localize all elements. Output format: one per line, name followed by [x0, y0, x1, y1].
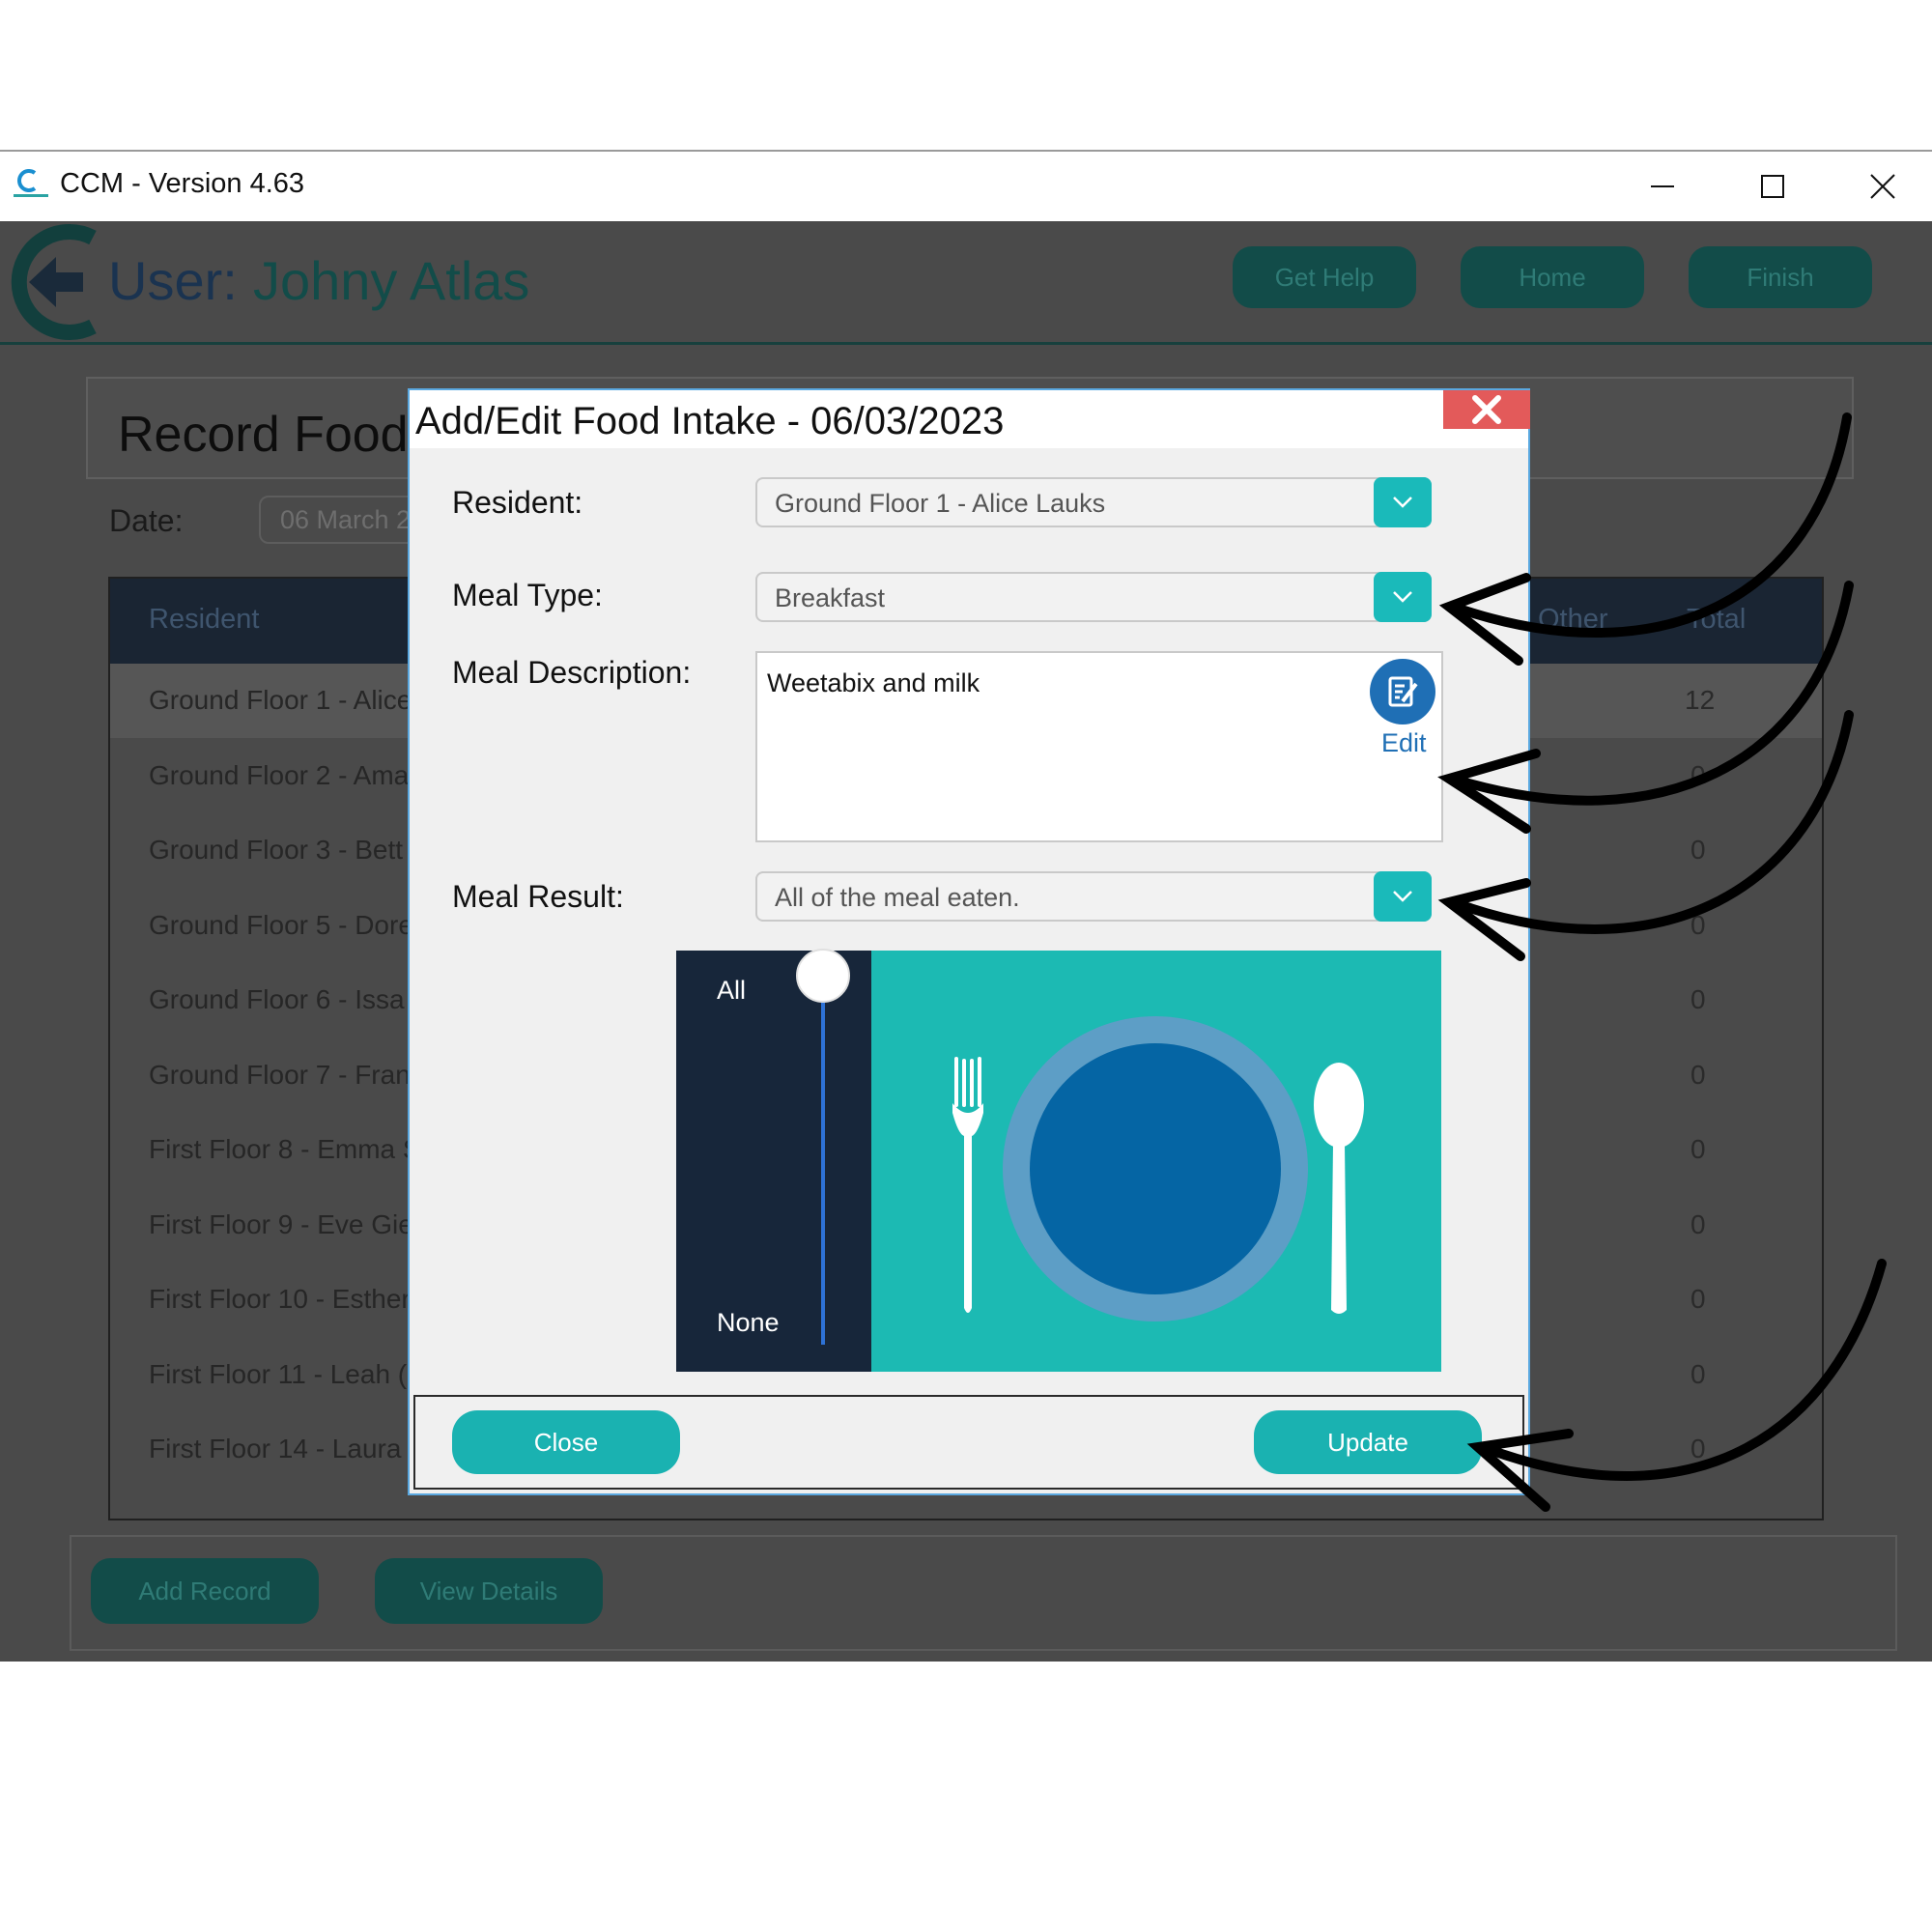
row-total: 12	[1685, 685, 1716, 715]
row-resident-name: Ground Floor 5 - Dore	[149, 909, 413, 940]
row-total: 0	[1690, 1208, 1706, 1239]
meal-description-label: Meal Description:	[452, 655, 692, 690]
update-button[interactable]: Update	[1254, 1410, 1482, 1474]
row-total: 0	[1690, 1284, 1706, 1314]
row-resident-name: First Floor 8 - Emma S	[149, 1134, 421, 1164]
window-close-button[interactable]	[1830, 155, 1932, 218]
meal-amount-slider-panel: All None	[676, 949, 871, 1372]
row-resident-name: Ground Floor 1 - Alice	[149, 685, 412, 715]
meal-type-label: Meal Type:	[452, 578, 603, 612]
resident-selected-value: Ground Floor 1 - Alice Lauks	[775, 489, 1106, 518]
date-field[interactable]: 06 March 2	[259, 496, 433, 544]
dialog-title: Add/Edit Food Intake - 06/03/2023	[415, 400, 1005, 442]
meal-type-selected-value: Breakfast	[775, 583, 886, 612]
page-title: Record Food	[118, 407, 409, 463]
row-total: 0	[1690, 1134, 1706, 1164]
row-resident-name: First Floor 9 - Eve Gie	[149, 1208, 413, 1239]
resident-label: Resident:	[452, 485, 583, 520]
app-back-logo-icon[interactable]	[0, 222, 100, 342]
row-resident-name: First Floor 10 - Esther	[149, 1284, 411, 1314]
row-total: 0	[1690, 1358, 1706, 1389]
row-resident-name: First Floor 11 - Leah (	[149, 1358, 408, 1389]
minimize-icon	[1651, 185, 1674, 187]
header-divider	[0, 342, 1932, 345]
meal-description-text: Weetabix and milk	[767, 668, 980, 697]
user-label: User:	[108, 250, 238, 311]
dialog-footer: Close Update	[413, 1395, 1524, 1490]
row-resident-name: Ground Floor 3 - Bett	[149, 835, 404, 865]
meal-result-selected-value: All of the meal eaten.	[775, 883, 1020, 912]
app-logo-icon	[14, 169, 48, 197]
meal-type-dropdown-toggle[interactable]	[1374, 572, 1432, 622]
slider-top-label: All	[717, 976, 747, 1005]
resident-dropdown-toggle[interactable]	[1374, 477, 1432, 527]
row-total: 0	[1690, 1059, 1706, 1090]
chevron-down-icon	[1393, 891, 1412, 902]
home-button[interactable]: Home	[1461, 246, 1644, 308]
date-label: Date:	[109, 503, 184, 538]
plate-with-cutlery-icon	[952, 1016, 1364, 1321]
row-resident-name: First Floor 14 - Laura	[149, 1434, 402, 1463]
close-icon	[1870, 174, 1895, 199]
row-total: 0	[1690, 1434, 1706, 1463]
user-name: Johny Atlas	[253, 250, 530, 311]
row-total: 0	[1690, 984, 1706, 1014]
plate-illustration	[871, 951, 1441, 1372]
maximize-button[interactable]	[1719, 155, 1826, 218]
column-header-total: Total	[1687, 604, 1747, 635]
slider-bottom-label: None	[717, 1308, 780, 1337]
meal-result-dropdown-toggle[interactable]	[1374, 871, 1432, 922]
row-resident-name: Ground Floor 7 - Fran	[149, 1059, 411, 1090]
finish-button[interactable]: Finish	[1689, 246, 1872, 308]
row-resident-name: Ground Floor 2 - Ama	[149, 759, 410, 790]
window-title: CCM - Version 4.63	[60, 168, 305, 199]
column-header-other: Other	[1538, 604, 1608, 635]
meal-type-dropdown[interactable]: Breakfast	[755, 572, 1432, 622]
meal-amount-slider-handle[interactable]	[796, 949, 850, 1003]
fork-icon	[952, 1057, 983, 1313]
meal-amount-slider-track[interactable]	[821, 978, 825, 1345]
spoon-icon	[1314, 1063, 1364, 1314]
row-total: 0	[1690, 909, 1706, 940]
maximize-icon	[1761, 175, 1784, 198]
food-intake-dialog: Add/Edit Food Intake - 06/03/2023 Reside…	[408, 388, 1530, 1495]
edit-description-button[interactable]	[1370, 659, 1435, 724]
row-total: 0	[1690, 759, 1706, 790]
dialog-close-button[interactable]	[1443, 390, 1530, 429]
minimize-button[interactable]	[1609, 155, 1716, 218]
column-header-resident: Resident	[149, 604, 260, 635]
resident-dropdown[interactable]: Ground Floor 1 - Alice Lauks	[755, 477, 1432, 527]
edit-label[interactable]: Edit	[1381, 728, 1427, 758]
close-button[interactable]: Close	[452, 1410, 680, 1474]
meal-result-dropdown[interactable]: All of the meal eaten.	[755, 871, 1432, 922]
get-help-button[interactable]: Get Help	[1233, 246, 1416, 308]
chevron-down-icon	[1393, 497, 1412, 508]
bottom-panel	[70, 1535, 1897, 1651]
view-details-button[interactable]: View Details	[375, 1558, 603, 1624]
row-resident-name: Ground Floor 6 - Issa	[149, 984, 405, 1014]
meal-description-field[interactable]: Weetabix and milk Edit	[755, 651, 1443, 842]
close-icon	[1472, 395, 1501, 424]
row-total: 0	[1690, 835, 1706, 865]
chevron-down-icon	[1393, 591, 1412, 603]
edit-note-icon	[1388, 676, 1418, 707]
meal-result-label: Meal Result:	[452, 879, 624, 914]
add-record-button[interactable]: Add Record	[91, 1558, 319, 1624]
